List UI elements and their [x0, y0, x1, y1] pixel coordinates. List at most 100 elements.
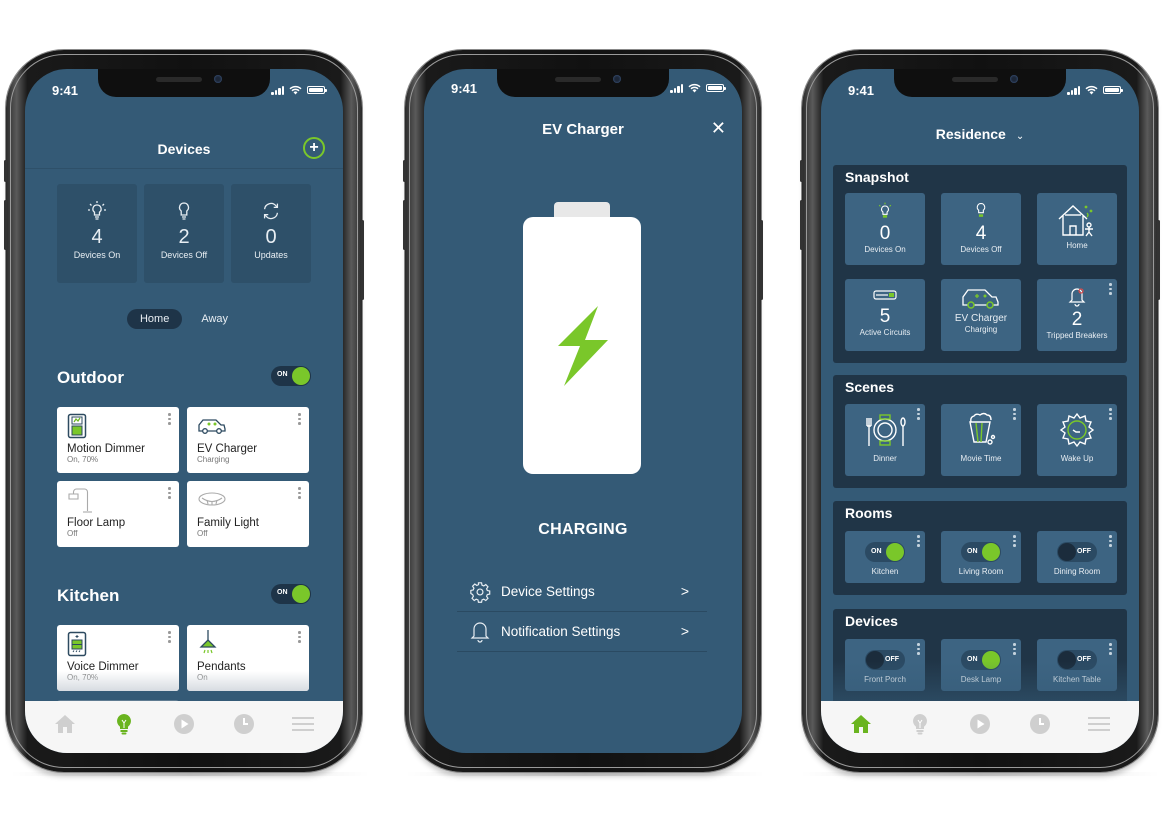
tab-home[interactable]	[50, 709, 80, 739]
snapshot-ev-charger[interactable]: EV Charger Charging	[941, 279, 1021, 351]
tab-home[interactable]	[846, 709, 876, 739]
device-toggle[interactable]: OFF	[1057, 650, 1097, 670]
stat-devices-off[interactable]: 2 Devices Off	[144, 184, 224, 283]
room-toggle[interactable]: ON	[865, 542, 905, 562]
device-kitchen-table[interactable]: OFF Kitchen Table	[1037, 639, 1117, 691]
snapshot-active-circuits[interactable]: 5 Active Circuits	[845, 279, 925, 351]
device-card-ev-charger[interactable]: EV Charger Charging	[187, 407, 309, 473]
snapshot-tripped-breakers[interactable]: 2 Tripped Breakers	[1037, 279, 1117, 351]
tab-scenes[interactable]	[169, 709, 199, 739]
kitchen-toggle[interactable]: ON	[271, 584, 311, 604]
phone-devices: 9:41 Devices + 4 Devices On 2 Devices Of…	[4, 50, 364, 772]
tab-menu[interactable]	[288, 709, 318, 739]
room-kitchen[interactable]: ON Kitchen	[845, 531, 925, 583]
scenes-panel: Scenes Dinner Movie Time Wake Up	[833, 375, 1127, 488]
device-settings-row[interactable]: Device Settings >	[457, 572, 707, 612]
device-status: Off	[67, 529, 78, 538]
power-button	[361, 220, 364, 300]
panel-title: Rooms	[845, 505, 893, 521]
power-button	[1157, 220, 1160, 300]
status-time: 9:41	[451, 81, 478, 96]
pendant-light-icon	[199, 630, 217, 654]
device-name: Family Light	[197, 517, 259, 529]
clock-icon	[233, 714, 254, 734]
page-title: Devices	[157, 141, 211, 157]
tab-devices[interactable]	[905, 709, 935, 739]
device-toggle[interactable]: OFF	[865, 650, 905, 670]
chevron-down-icon: ⌄	[1015, 131, 1025, 142]
device-toggle[interactable]: ON	[961, 650, 1001, 670]
mode-home-button[interactable]: Home	[126, 309, 183, 329]
tab-bar	[821, 701, 1139, 753]
snapshot-home[interactable]: Home	[1037, 193, 1117, 265]
stat-updates[interactable]: 0 Updates	[231, 184, 311, 283]
snapshot-devices-off[interactable]: 4 Devices Off	[941, 193, 1021, 265]
setting-label: Notification Settings	[501, 624, 621, 639]
tab-schedule[interactable]	[1025, 709, 1055, 739]
scene-wake-up[interactable]: Wake Up	[1037, 404, 1117, 476]
tab-devices[interactable]	[109, 709, 139, 739]
toggle-label: OFF	[1077, 548, 1091, 555]
scene-movie-time[interactable]: Movie Time	[941, 404, 1021, 476]
room-living-room[interactable]: ON Living Room	[941, 531, 1021, 583]
notch	[497, 69, 669, 97]
device-front-porch[interactable]: OFF Front Porch	[845, 639, 925, 691]
room-label: Dining Room	[1053, 567, 1101, 576]
bulb-on-icon	[878, 202, 892, 218]
tab-schedule[interactable]	[229, 709, 259, 739]
power-button	[760, 220, 763, 300]
screen: 9:41 EV Charger ✕ CHARGING Device Settin…	[424, 69, 742, 753]
device-name: Pendants	[197, 661, 246, 673]
toggle-label: ON	[967, 548, 978, 555]
phone-shadow	[10, 772, 370, 776]
location-selector[interactable]: Residence ⌄	[821, 126, 1139, 142]
bulb-off-icon	[178, 202, 190, 220]
device-card-motion-dimmer[interactable]: Motion Dimmer On, 70%	[57, 407, 179, 473]
room-dining-room[interactable]: OFF Dining Room	[1037, 531, 1117, 583]
toggle-label: ON	[967, 656, 978, 663]
mode-away-button[interactable]: Away	[188, 309, 241, 329]
lightning-bolt-icon	[558, 305, 608, 386]
outdoor-toggle[interactable]: ON	[271, 366, 311, 386]
devices-row: OFF Front Porch ON Desk Lamp OFF Kitchen…	[845, 639, 1117, 691]
notification-settings-row[interactable]: Notification Settings >	[457, 612, 707, 652]
stat-label: Updates	[254, 250, 288, 260]
scenes-row: Dinner Movie Time Wake Up	[845, 404, 1117, 476]
tile-value: 2	[1071, 309, 1083, 330]
stats-row: 4 Devices On 2 Devices Off 0 Updates	[57, 184, 311, 283]
tile-label: Devices On	[864, 245, 906, 254]
add-device-button[interactable]: +	[303, 137, 325, 159]
snapshot-row-2: 5 Active Circuits EV Charger Charging 2 …	[845, 279, 1117, 351]
room-toggle[interactable]: OFF	[1057, 542, 1097, 562]
battery-body	[523, 217, 641, 474]
device-card-family-light[interactable]: Family Light Off	[187, 481, 309, 547]
tile-value: 0	[879, 223, 891, 244]
menu-icon	[292, 717, 315, 731]
tab-menu[interactable]	[1084, 709, 1114, 739]
device-card-pendants[interactable]: Pendants On	[187, 625, 309, 691]
room-toggle[interactable]: ON	[961, 542, 1001, 562]
chevron-right-icon: >	[680, 623, 689, 639]
notch	[98, 69, 270, 97]
setting-label: Device Settings	[501, 584, 595, 599]
voice-dimmer-icon	[67, 631, 87, 657]
wifi-icon	[289, 85, 302, 95]
wifi-icon	[688, 83, 701, 93]
stat-value: 4	[91, 226, 103, 248]
scene-dinner[interactable]: Dinner	[845, 404, 925, 476]
close-button[interactable]: ✕	[711, 118, 726, 139]
tile-label: Active Circuits	[859, 328, 911, 337]
phone-shadow	[800, 772, 1160, 776]
tab-scenes[interactable]	[965, 709, 995, 739]
device-card-floor-lamp[interactable]: Floor Lamp Off	[57, 481, 179, 547]
device-name: Motion Dimmer	[67, 443, 145, 455]
menu-icon	[1088, 717, 1111, 731]
signal-icon	[670, 83, 683, 93]
device-name: Floor Lamp	[67, 517, 126, 529]
settings-list: Device Settings > Notification Settings …	[457, 572, 707, 652]
device-card-voice-dimmer[interactable]: Voice Dimmer On, 70%	[57, 625, 179, 691]
snapshot-devices-on[interactable]: 0 Devices On	[845, 193, 925, 265]
stat-devices-on[interactable]: 4 Devices On	[57, 184, 137, 283]
device-desk-lamp[interactable]: ON Desk Lamp	[941, 639, 1021, 691]
toggle-label: ON	[871, 548, 882, 555]
